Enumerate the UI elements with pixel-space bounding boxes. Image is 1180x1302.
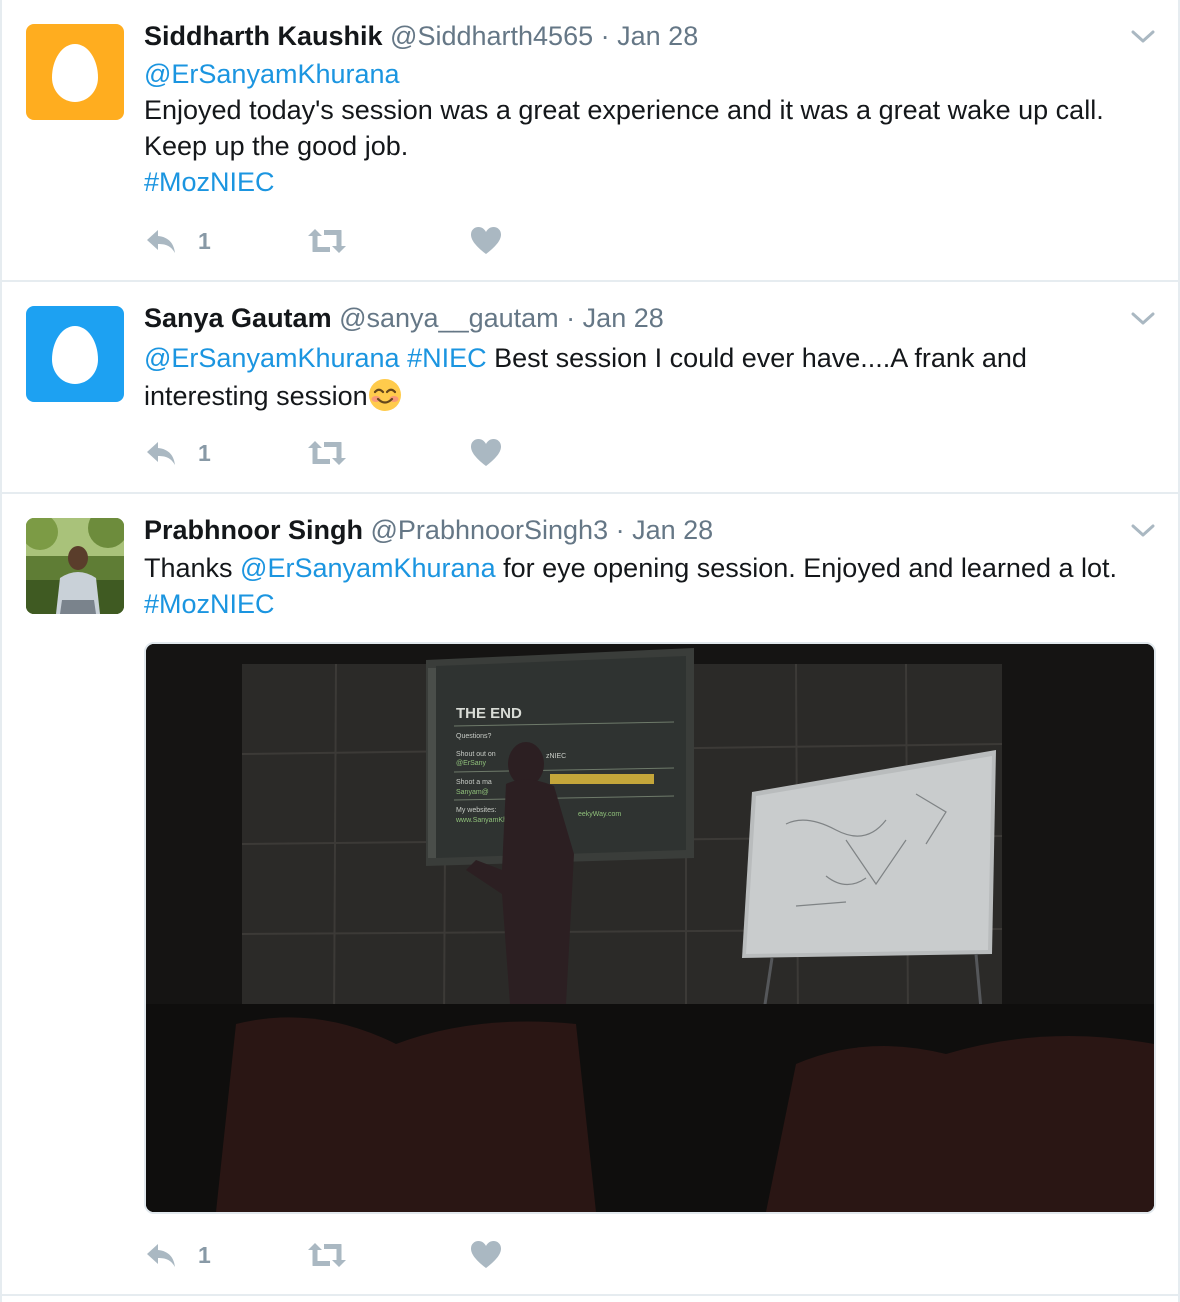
like-button[interactable] [470, 224, 502, 258]
text-segment: Thanks [144, 553, 241, 583]
reply-count: 1 [198, 439, 211, 466]
slide-line: Shout out on [456, 751, 496, 758]
like-button[interactable] [470, 1238, 502, 1272]
profile-photo [26, 518, 124, 614]
slide-line: Sanyam@ [456, 789, 489, 796]
slide-title: THE END [456, 705, 522, 722]
tweet[interactable]: Sanya Gautam @sanya__gautam · Jan 28 @Er… [2, 282, 1178, 494]
timestamp[interactable]: Jan 28 [632, 515, 713, 545]
slide-line: Shoot a ma [456, 779, 492, 786]
reply-icon [147, 1244, 175, 1267]
tweet-header: Siddharth Kaushik @Siddharth4565 · Jan 2… [144, 19, 698, 53]
separator: · [600, 21, 610, 51]
tweet[interactable]: Siddharth Kaushik @Siddharth4565 · Jan 2… [2, 0, 1178, 282]
slide-line: My websites: [456, 807, 497, 814]
reply-icon [147, 442, 175, 465]
username[interactable]: @sanya__gautam [339, 303, 559, 333]
tweet-line: Thanks @ErSanyamKhurana for eye opening … [144, 550, 1164, 586]
slide-line: @ErSany [456, 760, 487, 767]
display-name[interactable]: Prabhnoor Singh [144, 515, 363, 545]
tweet-line: Enjoyed today's session was a great expe… [144, 92, 1164, 128]
text-segment: Best session I could ever have....A fran… [486, 343, 1027, 373]
text-segment: for eye opening session. Enjoyed and lea… [495, 553, 1118, 583]
tweet-header: Sanya Gautam @sanya__gautam · Jan 28 [144, 301, 664, 335]
separator: · [566, 303, 576, 333]
reply-icon [147, 230, 175, 253]
tweet-actions: 1 [144, 224, 544, 258]
mention-link[interactable]: @ErSanyamKhurana [144, 343, 400, 373]
retweet-icon [308, 1243, 346, 1267]
default-egg-icon [52, 326, 98, 384]
tweet-line: #MozNIEC [144, 586, 1164, 622]
tweet-timeline: Siddharth Kaushik @Siddharth4565 · Jan 2… [0, 0, 1180, 1302]
lecture-photo: THE END Questions? Shout out on @ErSany … [146, 644, 1154, 1212]
hashtag-link[interactable]: #MozNIEC [144, 167, 275, 197]
mention-link[interactable]: @ErSanyamKhurana [144, 59, 400, 89]
chevron-down-icon[interactable] [1130, 28, 1156, 46]
reply-button[interactable]: 1 [144, 1238, 211, 1272]
reply-count: 1 [198, 227, 211, 254]
chevron-down-icon[interactable] [1130, 310, 1156, 328]
tweet-text: @ErSanyamKhurana Enjoyed today's session… [144, 56, 1164, 200]
default-egg-icon [52, 44, 98, 102]
tweet-line: @ErSanyamKhurana [144, 56, 1164, 92]
tweet-text: Thanks @ErSanyamKhurana for eye opening … [144, 550, 1164, 622]
username[interactable]: @PrabhnoorSingh3 [371, 515, 609, 545]
reply-count: 1 [198, 1241, 211, 1268]
slide-line: zNIEC [546, 753, 566, 760]
hashtag-link[interactable]: #NIEC [407, 343, 487, 373]
heart-icon [471, 1241, 501, 1268]
slide-line: Questions? [456, 733, 492, 740]
tweet-line: #MozNIEC [144, 164, 1164, 200]
text-segment: Keep up the good job. [144, 131, 409, 161]
smiling-face-emoji-icon [368, 379, 401, 411]
text-segment [400, 343, 408, 373]
slide-line: eekyWay.com [578, 811, 621, 818]
hashtag-link[interactable]: #MozNIEC [144, 589, 275, 619]
like-button[interactable] [470, 436, 502, 470]
tweet-header: Prabhnoor Singh @PrabhnoorSingh3 · Jan 2… [144, 513, 713, 547]
tweet-line: Keep up the good job. [144, 128, 1164, 164]
text-segment: interesting session [144, 381, 368, 411]
chevron-down-icon[interactable] [1130, 522, 1156, 540]
avatar[interactable] [26, 306, 124, 402]
reply-button[interactable]: 1 [144, 436, 211, 470]
tweet-actions: 1 [144, 1238, 544, 1272]
retweet-icon [308, 229, 346, 253]
avatar[interactable] [26, 24, 124, 120]
display-name[interactable]: Sanya Gautam [144, 303, 332, 333]
tweet-line: @ErSanyamKhurana #NIEC Best session I co… [144, 339, 1164, 377]
tweet-actions: 1 [144, 436, 544, 470]
reply-button[interactable]: 1 [144, 224, 211, 258]
attached-photo[interactable]: THE END Questions? Shout out on @ErSany … [144, 642, 1156, 1214]
heart-icon [471, 227, 501, 254]
tweet-line: interesting session [144, 377, 1164, 415]
display-name[interactable]: Siddharth Kaushik [144, 21, 383, 51]
tweet[interactable]: Prabhnoor Singh @PrabhnoorSingh3 · Jan 2… [2, 494, 1178, 1296]
mention-link[interactable]: @ErSanyamKhurana [240, 553, 496, 583]
retweet-button[interactable] [306, 224, 348, 258]
heart-icon [471, 439, 501, 466]
tweet-text: @ErSanyamKhurana #NIEC Best session I co… [144, 339, 1164, 415]
separator: · [615, 515, 625, 545]
timestamp[interactable]: Jan 28 [617, 21, 698, 51]
avatar[interactable] [26, 518, 124, 614]
text-segment: Enjoyed today's session was a great expe… [144, 95, 1104, 125]
username[interactable]: @Siddharth4565 [390, 21, 593, 51]
timestamp[interactable]: Jan 28 [583, 303, 664, 333]
retweet-button[interactable] [306, 1238, 348, 1272]
retweet-icon [308, 441, 346, 465]
retweet-button[interactable] [306, 436, 348, 470]
